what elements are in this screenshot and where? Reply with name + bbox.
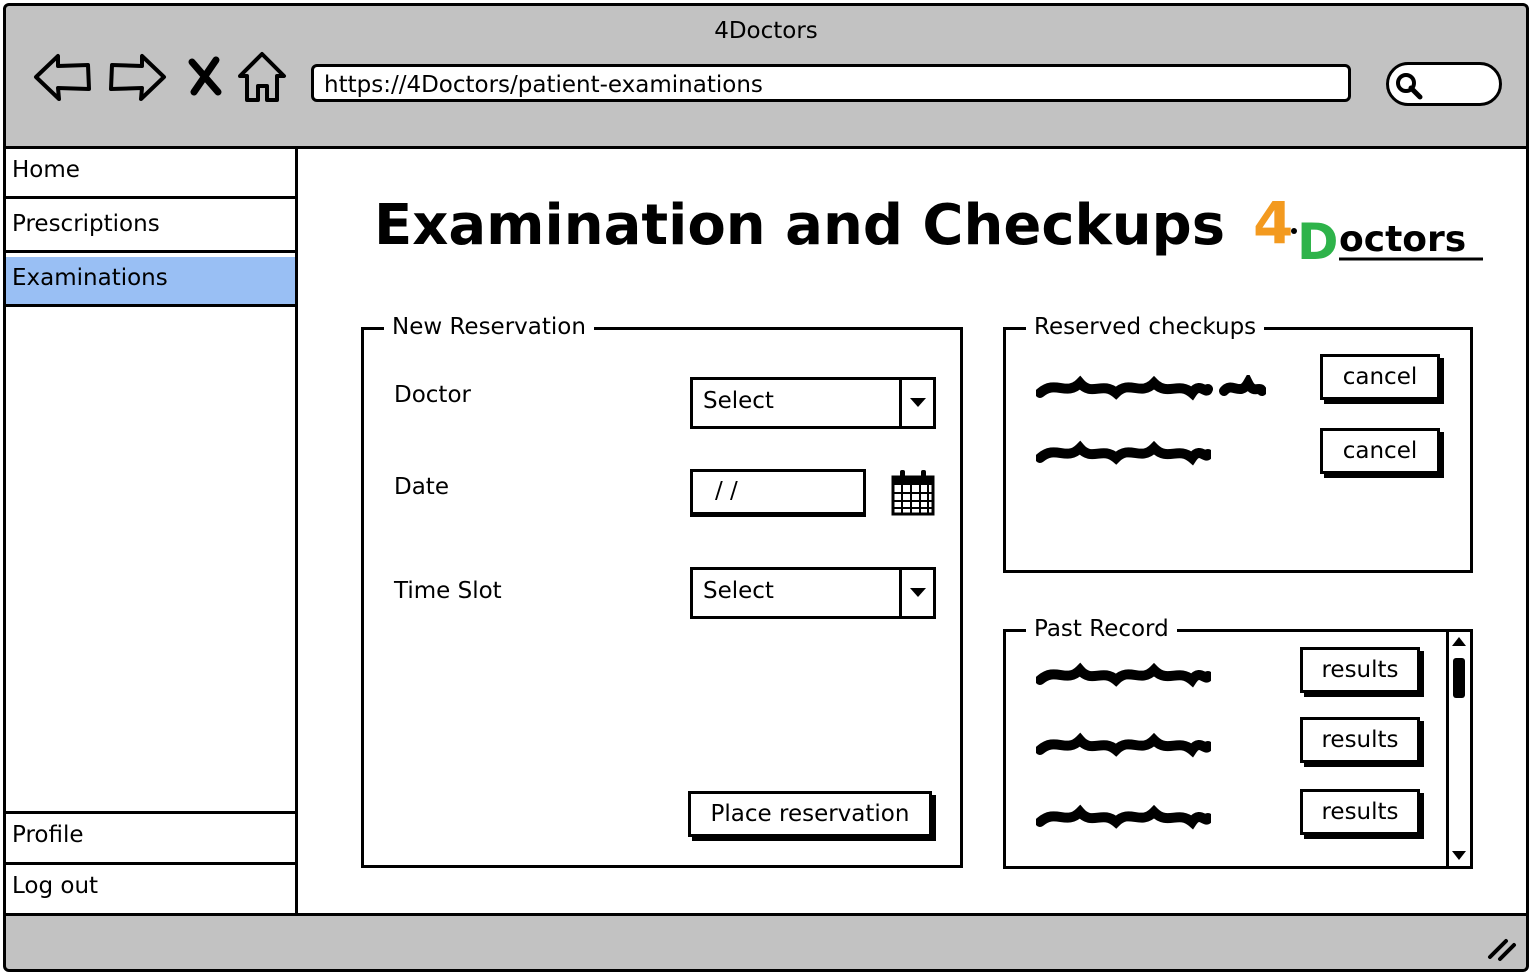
page-title: Examination and Checkups <box>374 193 1226 258</box>
date-field[interactable]: / / <box>690 469 866 515</box>
resize-grip-icon[interactable] <box>1484 933 1518 963</box>
new-reservation-legend: New Reservation <box>384 312 594 342</box>
sidebar-item-logout[interactable]: Log out <box>6 865 295 913</box>
sidebar-item-home[interactable]: Home <box>6 149 295 199</box>
sidebar-item-examinations[interactable]: Examinations <box>6 257 295 307</box>
logo-letter: D <box>1297 213 1339 265</box>
sidebar-item-profile[interactable]: Profile <box>6 811 295 865</box>
time-slot-label: Time Slot <box>394 578 502 604</box>
redacted-record-text <box>1035 804 1213 830</box>
doctor-label: Doctor <box>394 382 471 408</box>
search-icon <box>1396 73 1423 100</box>
redacted-checkup-text <box>1035 440 1213 466</box>
cancel-button[interactable]: cancel <box>1320 354 1440 400</box>
new-reservation-panel: New Reservation Doctor Select Date / / T… <box>361 312 963 868</box>
cancel-button[interactable]: cancel <box>1320 428 1440 474</box>
date-label: Date <box>394 474 449 500</box>
redacted-record-text <box>1035 662 1213 688</box>
place-reservation-button[interactable]: Place reservation <box>688 791 932 837</box>
redacted-record-text <box>1035 732 1213 758</box>
home-icon[interactable] <box>234 46 290 108</box>
forward-arrow-icon[interactable] <box>106 46 168 108</box>
results-button[interactable]: results <box>1300 647 1420 693</box>
results-button[interactable]: results <box>1300 789 1420 835</box>
chevron-down-icon[interactable] <box>899 380 933 426</box>
sidebar-item-prescriptions[interactable]: Prescriptions <box>6 203 295 253</box>
search-field[interactable] <box>1386 62 1502 106</box>
main-content-area: Home Prescriptions Examinations Profile … <box>6 146 1526 916</box>
reserved-checkups-legend: Reserved checkups <box>1026 312 1265 342</box>
time-slot-select[interactable]: Select <box>690 567 936 619</box>
doctor-select-value: Select <box>703 388 774 414</box>
address-bar[interactable]: https://4Doctors/patient-examinations <box>311 64 1351 102</box>
doctor-select[interactable]: Select <box>690 377 936 429</box>
scroll-thumb[interactable] <box>1453 658 1465 698</box>
scroll-up-arrow-icon[interactable] <box>1449 632 1470 652</box>
past-record-scrollbar[interactable] <box>1446 632 1470 866</box>
back-arrow-icon[interactable] <box>32 46 94 108</box>
logo-rest: octors <box>1339 219 1466 260</box>
stop-icon[interactable] <box>182 46 228 108</box>
past-record-legend: Past Record <box>1026 614 1177 644</box>
brand-logo: 4 D octors <box>1251 189 1486 271</box>
window-title: 4Doctors <box>714 18 818 44</box>
logo-digit: 4 <box>1253 189 1293 257</box>
results-button[interactable]: results <box>1300 717 1420 763</box>
reserved-checkups-panel: Reserved checkups cancel cancel <box>1003 312 1473 573</box>
time-slot-select-value: Select <box>703 578 774 604</box>
browser-window: 4Doctors https://4Doctors/patient-examin… <box>3 3 1529 972</box>
chevron-down-icon[interactable] <box>899 570 933 616</box>
redacted-checkup-text <box>1035 372 1267 401</box>
calendar-icon[interactable] <box>890 467 936 517</box>
past-record-panel: Past Record results results results <box>1003 614 1473 869</box>
scroll-down-arrow-icon[interactable] <box>1449 846 1470 866</box>
sidebar: Home Prescriptions Examinations Profile … <box>6 149 298 913</box>
